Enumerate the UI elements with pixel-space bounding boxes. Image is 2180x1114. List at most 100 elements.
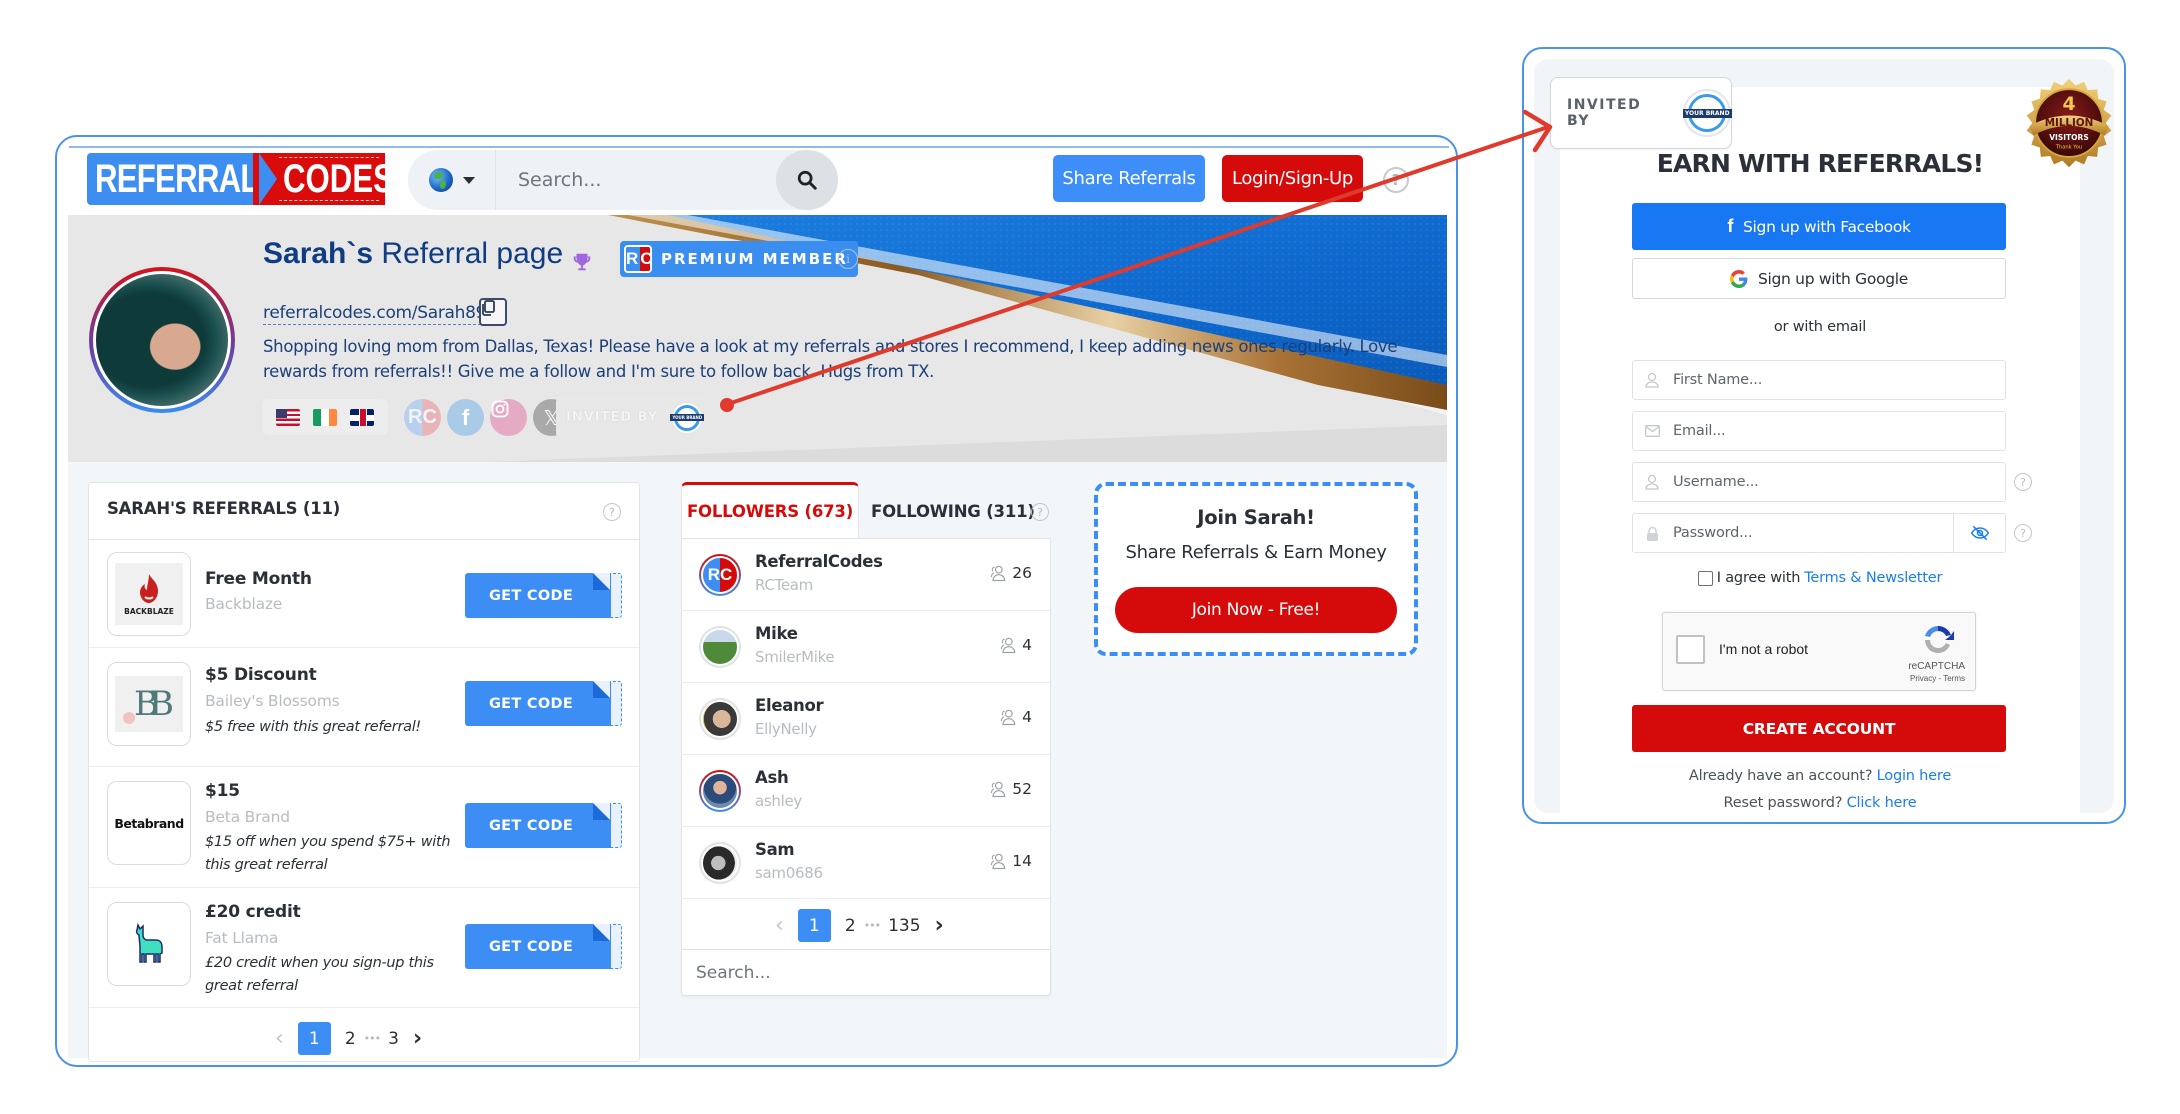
follower-item[interactable]: Mike SmilerMike 4 bbox=[682, 611, 1050, 683]
invited-by-badge[interactable]: INVITED BY YOUR BRAND bbox=[556, 395, 712, 440]
followers-panel: FOLLOWERS (673) FOLLOWING (311) ? RC Ref… bbox=[681, 482, 1053, 1002]
username-input[interactable] bbox=[1671, 463, 2005, 501]
pager-page[interactable]: 3 bbox=[388, 1029, 399, 1049]
followers-pagination: ‹ 1 2 ••• 135 › bbox=[775, 909, 944, 942]
pager-page[interactable]: 135 bbox=[888, 916, 920, 936]
referralcodes-logo[interactable]: REFERRAL CODES bbox=[87, 153, 394, 205]
follower-name[interactable]: Ash bbox=[755, 768, 789, 787]
join-now-button[interactable]: Join Now - Free! bbox=[1115, 587, 1397, 633]
password-input[interactable] bbox=[1671, 514, 1953, 552]
reset-password-link[interactable]: Click here bbox=[1847, 795, 1917, 811]
pager-page[interactable]: 2 bbox=[845, 916, 856, 936]
referral-item: BB $5 Discount Bailey's Blossoms $5 free… bbox=[89, 648, 639, 767]
code-fold bbox=[593, 573, 610, 590]
follower-name[interactable]: Mike bbox=[755, 624, 798, 643]
first-name-input[interactable] bbox=[1671, 361, 2005, 399]
facebook-icon: f bbox=[1727, 216, 1734, 236]
followers-icon bbox=[991, 853, 1006, 870]
follower-item[interactable]: RC ReferralCodes RCTeam 26 bbox=[682, 539, 1050, 611]
search-input[interactable] bbox=[498, 150, 768, 210]
referral-item: £20 credit Fat Llama £20 credit when you… bbox=[89, 888, 639, 1008]
toggle-password-visibility[interactable] bbox=[1953, 514, 2005, 552]
pager-prev[interactable]: ‹ bbox=[275, 1026, 284, 1051]
username-help-icon[interactable]: ? bbox=[2014, 473, 2032, 491]
store-logo-betabrand[interactable]: Betabrand bbox=[107, 781, 191, 865]
follower-username: SmilerMike bbox=[755, 648, 835, 666]
top-divider bbox=[69, 146, 1449, 148]
profile-banner: Sarah`s Referral page RC PREMIUM MEMBER … bbox=[68, 215, 1447, 462]
recaptcha-checkbox[interactable] bbox=[1676, 635, 1705, 664]
referral-store[interactable]: Beta Brand bbox=[205, 808, 290, 826]
lock-icon bbox=[1633, 526, 1671, 541]
recaptcha-privacy-terms[interactable]: Privacy - Terms bbox=[1910, 674, 1965, 683]
code-fold-body bbox=[593, 941, 610, 969]
google-icon bbox=[1729, 269, 1748, 288]
share-referrals-button[interactable]: Share Referrals bbox=[1053, 155, 1205, 202]
referral-title[interactable]: Free Month bbox=[205, 569, 312, 589]
invited-by-badge[interactable]: INVITED BY YOUR BRAND bbox=[1550, 77, 1732, 149]
referral-title[interactable]: $15 bbox=[205, 781, 240, 801]
followers-search-input[interactable] bbox=[681, 949, 1051, 996]
follower-name[interactable]: Sam bbox=[755, 840, 795, 859]
pager-next[interactable]: › bbox=[413, 1026, 422, 1051]
login-here-link[interactable]: Login here bbox=[1877, 768, 1952, 784]
get-code-button[interactable]: GET CODE bbox=[465, 803, 622, 848]
help-icon[interactable]: ? bbox=[1383, 167, 1409, 193]
help-icon[interactable]: ? bbox=[1031, 503, 1049, 521]
create-account-button[interactable]: CREATE ACCOUNT bbox=[1632, 705, 2006, 752]
profile-url-link[interactable]: referralcodes.com/Sarah89 bbox=[263, 303, 486, 325]
pager-page[interactable]: 2 bbox=[345, 1029, 356, 1049]
help-icon[interactable]: ? bbox=[603, 503, 621, 521]
referral-store[interactable]: Backblaze bbox=[205, 595, 282, 613]
store-logo-baileys-blossoms[interactable]: BB bbox=[107, 662, 191, 746]
rose-icon bbox=[123, 712, 135, 724]
follower-item[interactable]: Sam sam0686 14 bbox=[682, 827, 1050, 899]
referral-title[interactable]: £20 credit bbox=[205, 902, 301, 922]
pager-page-current[interactable]: 1 bbox=[797, 909, 831, 942]
get-code-label: GET CODE bbox=[465, 924, 611, 969]
tab-following[interactable]: FOLLOWING (311) bbox=[871, 485, 1035, 538]
store-logo-fat-llama[interactable] bbox=[107, 902, 191, 986]
premium-member-badge: RC PREMIUM MEMBER bbox=[620, 241, 858, 277]
referral-title[interactable]: $5 Discount bbox=[205, 665, 317, 685]
store-logo-backblaze[interactable]: BACKBLAZE bbox=[107, 552, 191, 636]
facebook-signup-button[interactable]: f Sign up with Facebook bbox=[1632, 203, 2006, 250]
login-signup-button[interactable]: Login/Sign-Up bbox=[1222, 155, 1363, 202]
pager-prev[interactable]: ‹ bbox=[775, 913, 784, 938]
google-signup-button[interactable]: Sign up with Google bbox=[1632, 258, 2006, 299]
copy-url-button[interactable] bbox=[479, 298, 507, 326]
referralcodes-social-icon[interactable]: RC bbox=[404, 399, 441, 436]
language-selector[interactable] bbox=[408, 150, 496, 210]
eye-slash-icon bbox=[1970, 525, 1989, 541]
follower-name[interactable]: Eleanor bbox=[755, 696, 824, 715]
follower-item[interactable]: Ash ashley 52 bbox=[682, 755, 1050, 827]
info-icon[interactable]: i bbox=[838, 249, 858, 269]
or-with-email-label: or with email bbox=[1773, 319, 1867, 335]
pager-page-current[interactable]: 1 bbox=[297, 1022, 331, 1055]
follower-count: 26 bbox=[988, 563, 1032, 583]
login-prompt: Already have an account? Login here bbox=[1560, 768, 2080, 784]
username-field bbox=[1632, 462, 2006, 502]
tab-followers[interactable]: FOLLOWERS (673) bbox=[681, 482, 859, 538]
follower-avatar bbox=[699, 842, 741, 884]
search-button[interactable] bbox=[776, 150, 838, 210]
follower-item[interactable]: Eleanor EllyNelly 4 bbox=[682, 683, 1050, 755]
facebook-icon[interactable]: f bbox=[447, 399, 484, 436]
terms-checkbox[interactable] bbox=[1697, 570, 1713, 586]
referrals-pagination: ‹ 1 2 ••• 3 › bbox=[275, 1022, 422, 1055]
get-code-button[interactable]: GET CODE bbox=[465, 681, 622, 726]
referral-store[interactable]: Fat Llama bbox=[205, 929, 278, 947]
followers-icon bbox=[991, 565, 1006, 582]
followers-list: RC ReferralCodes RCTeam 26 Mike SmilerMi… bbox=[681, 538, 1051, 950]
pager-next[interactable]: › bbox=[935, 913, 944, 938]
instagram-icon[interactable] bbox=[490, 399, 527, 436]
email-input[interactable] bbox=[1671, 412, 2005, 450]
terms-newsletter-link[interactable]: Terms & Newsletter bbox=[1804, 570, 1942, 586]
follower-name[interactable]: ReferralCodes bbox=[755, 552, 883, 571]
get-code-button[interactable]: GET CODE bbox=[465, 924, 622, 969]
get-code-button[interactable]: GET CODE bbox=[465, 573, 622, 618]
profile-avatar[interactable] bbox=[89, 267, 235, 413]
referral-store[interactable]: Bailey's Blossoms bbox=[205, 692, 340, 710]
password-help-icon[interactable]: ? bbox=[2014, 524, 2032, 542]
profile-bio: Shopping loving mom from Dallas, Texas! … bbox=[263, 337, 1398, 381]
